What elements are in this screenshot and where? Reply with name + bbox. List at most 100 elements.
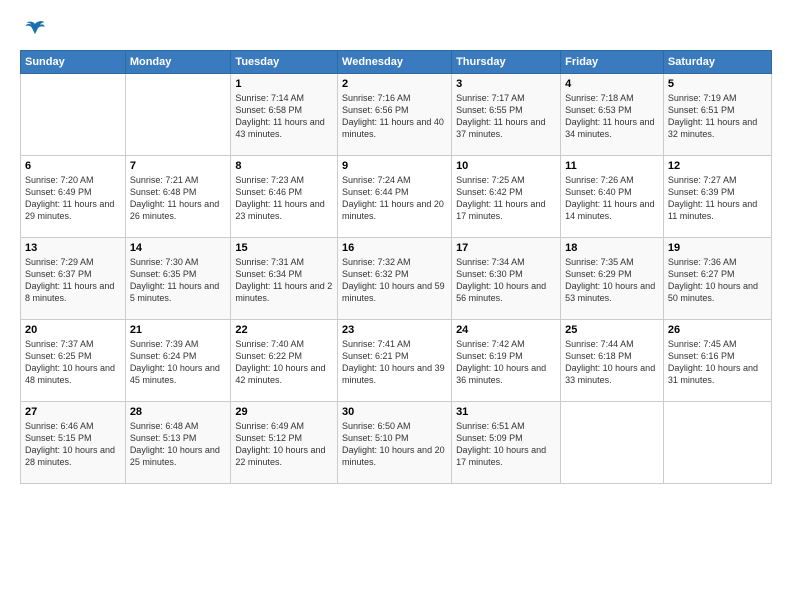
calendar-cell: 30 Sunrise: 6:50 AMSunset: 5:10 PMDayligh… xyxy=(338,402,452,484)
day-info: Sunrise: 7:21 AMSunset: 6:48 PMDaylight:… xyxy=(130,174,227,223)
calendar-table: SundayMondayTuesdayWednesdayThursdayFrid… xyxy=(20,50,772,484)
calendar-cell: 12 Sunrise: 7:27 AMSunset: 6:39 PMDayligh… xyxy=(663,156,771,238)
calendar-cell xyxy=(663,402,771,484)
day-number: 11 xyxy=(565,160,659,172)
day-number: 15 xyxy=(235,242,333,254)
calendar-cell: 31Sunrise: 6:51 AMSunset: 5:09 PMDayligh… xyxy=(452,402,561,484)
day-info: Sunrise: 7:25 AMSunset: 6:42 PMDaylight:… xyxy=(456,174,556,223)
calendar-cell xyxy=(125,74,231,156)
day-info: Sunrise: 7:45 AMSunset: 6:16 PMDaylight:… xyxy=(668,338,767,387)
page: SundayMondayTuesdayWednesdayThursdayFrid… xyxy=(0,0,792,612)
day-number: 23 xyxy=(342,324,447,336)
day-info: Sunrise: 7:44 AMSunset: 6:18 PMDaylight:… xyxy=(565,338,659,387)
day-info: Sunrise: 7:34 AMSunset: 6:30 PMDaylight:… xyxy=(456,256,556,305)
calendar-cell: 9 Sunrise: 7:24 AMSunset: 6:44 PMDaylight… xyxy=(338,156,452,238)
calendar-cell: 4 Sunrise: 7:18 AMSunset: 6:53 PMDaylight… xyxy=(561,74,664,156)
calendar-cell: 1Sunrise: 7:14 AMSunset: 6:58 PMDaylight… xyxy=(231,74,338,156)
day-number: 26 xyxy=(668,324,767,336)
calendar-cell: 21 Sunrise: 7:39 AMSunset: 6:24 PMDayligh… xyxy=(125,320,231,402)
day-info: Sunrise: 7:19 AMSunset: 6:51 PMDaylight:… xyxy=(668,92,767,141)
calendar-cell: 25Sunrise: 7:44 AMSunset: 6:18 PMDayligh… xyxy=(561,320,664,402)
calendar-cell: 28 Sunrise: 6:48 AMSunset: 5:13 PMDayligh… xyxy=(125,402,231,484)
week-row-4: 20 Sunrise: 7:37 AMSunset: 6:25 PMDayligh… xyxy=(21,320,772,402)
day-number: 30 xyxy=(342,406,447,418)
day-number: 20 xyxy=(25,324,121,336)
calendar-cell: 29 Sunrise: 6:49 AMSunset: 5:12 PMDayligh… xyxy=(231,402,338,484)
calendar-cell: 3 Sunrise: 7:17 AMSunset: 6:55 PMDaylight… xyxy=(452,74,561,156)
day-number: 12 xyxy=(668,160,767,172)
day-number: 28 xyxy=(130,406,227,418)
day-number: 14 xyxy=(130,242,227,254)
day-header-thursday: Thursday xyxy=(452,51,561,74)
day-info: Sunrise: 7:31 AMSunset: 6:34 PMDaylight:… xyxy=(235,256,333,305)
day-number: 29 xyxy=(235,406,333,418)
calendar-cell xyxy=(561,402,664,484)
day-info: Sunrise: 7:29 AMSunset: 6:37 PMDaylight:… xyxy=(25,256,121,305)
calendar-cell xyxy=(21,74,126,156)
day-info: Sunrise: 7:18 AMSunset: 6:53 PMDaylight:… xyxy=(565,92,659,141)
week-row-5: 27 Sunrise: 6:46 AMSunset: 5:15 PMDayligh… xyxy=(21,402,772,484)
day-info: Sunrise: 7:27 AMSunset: 6:39 PMDaylight:… xyxy=(668,174,767,223)
day-info: Sunrise: 6:49 AMSunset: 5:12 PMDaylight:… xyxy=(235,420,333,469)
calendar-cell: 16Sunrise: 7:32 AMSunset: 6:32 PMDayligh… xyxy=(338,238,452,320)
day-number: 6 xyxy=(25,160,121,172)
logo xyxy=(20,18,46,40)
day-info: Sunrise: 7:41 AMSunset: 6:21 PMDaylight:… xyxy=(342,338,447,387)
day-number: 7 xyxy=(130,160,227,172)
day-info: Sunrise: 6:50 AMSunset: 5:10 PMDaylight:… xyxy=(342,420,447,469)
day-number: 17 xyxy=(456,242,556,254)
day-info: Sunrise: 7:32 AMSunset: 6:32 PMDaylight:… xyxy=(342,256,447,305)
day-number: 27 xyxy=(25,406,121,418)
calendar-cell: 2 Sunrise: 7:16 AMSunset: 6:56 PMDaylight… xyxy=(338,74,452,156)
day-info: Sunrise: 7:17 AMSunset: 6:55 PMDaylight:… xyxy=(456,92,556,141)
day-info: Sunrise: 7:24 AMSunset: 6:44 PMDaylight:… xyxy=(342,174,447,223)
day-number: 22 xyxy=(235,324,333,336)
day-info: Sunrise: 7:40 AMSunset: 6:22 PMDaylight:… xyxy=(235,338,333,387)
day-number: 1 xyxy=(235,78,333,90)
day-info: Sunrise: 7:39 AMSunset: 6:24 PMDaylight:… xyxy=(130,338,227,387)
day-header-friday: Friday xyxy=(561,51,664,74)
day-number: 3 xyxy=(456,78,556,90)
day-number: 24 xyxy=(456,324,556,336)
header-row: SundayMondayTuesdayWednesdayThursdayFrid… xyxy=(21,51,772,74)
calendar-cell: 18Sunrise: 7:35 AMSunset: 6:29 PMDayligh… xyxy=(561,238,664,320)
logo-bird-icon xyxy=(24,18,46,40)
day-header-tuesday: Tuesday xyxy=(231,51,338,74)
calendar-cell: 8Sunrise: 7:23 AMSunset: 6:46 PMDaylight… xyxy=(231,156,338,238)
calendar-cell: 24 Sunrise: 7:42 AMSunset: 6:19 PMDayligh… xyxy=(452,320,561,402)
day-info: Sunrise: 7:36 AMSunset: 6:27 PMDaylight:… xyxy=(668,256,767,305)
calendar-cell: 26 Sunrise: 7:45 AMSunset: 6:16 PMDayligh… xyxy=(663,320,771,402)
day-header-sunday: Sunday xyxy=(21,51,126,74)
calendar-cell: 5Sunrise: 7:19 AMSunset: 6:51 PMDaylight… xyxy=(663,74,771,156)
week-row-1: 1Sunrise: 7:14 AMSunset: 6:58 PMDaylight… xyxy=(21,74,772,156)
week-row-2: 6 Sunrise: 7:20 AMSunset: 6:49 PMDaylight… xyxy=(21,156,772,238)
day-header-saturday: Saturday xyxy=(663,51,771,74)
calendar-cell: 7 Sunrise: 7:21 AMSunset: 6:48 PMDaylight… xyxy=(125,156,231,238)
day-header-wednesday: Wednesday xyxy=(338,51,452,74)
calendar-cell: 19 Sunrise: 7:36 AMSunset: 6:27 PMDayligh… xyxy=(663,238,771,320)
day-number: 19 xyxy=(668,242,767,254)
calendar-cell: 13Sunrise: 7:29 AMSunset: 6:37 PMDayligh… xyxy=(21,238,126,320)
day-number: 21 xyxy=(130,324,227,336)
calendar-cell: 27 Sunrise: 6:46 AMSunset: 5:15 PMDayligh… xyxy=(21,402,126,484)
day-number: 9 xyxy=(342,160,447,172)
calendar-cell: 15 Sunrise: 7:31 AMSunset: 6:34 PMDayligh… xyxy=(231,238,338,320)
day-number: 4 xyxy=(565,78,659,90)
day-number: 2 xyxy=(342,78,447,90)
day-info: Sunrise: 6:48 AMSunset: 5:13 PMDaylight:… xyxy=(130,420,227,469)
day-info: Sunrise: 7:37 AMSunset: 6:25 PMDaylight:… xyxy=(25,338,121,387)
week-row-3: 13Sunrise: 7:29 AMSunset: 6:37 PMDayligh… xyxy=(21,238,772,320)
day-info: Sunrise: 6:46 AMSunset: 5:15 PMDaylight:… xyxy=(25,420,121,469)
day-info: Sunrise: 7:20 AMSunset: 6:49 PMDaylight:… xyxy=(25,174,121,223)
day-info: Sunrise: 7:23 AMSunset: 6:46 PMDaylight:… xyxy=(235,174,333,223)
calendar-cell: 23 Sunrise: 7:41 AMSunset: 6:21 PMDayligh… xyxy=(338,320,452,402)
day-number: 10 xyxy=(456,160,556,172)
day-info: Sunrise: 7:42 AMSunset: 6:19 PMDaylight:… xyxy=(456,338,556,387)
day-number: 31 xyxy=(456,406,556,418)
day-header-monday: Monday xyxy=(125,51,231,74)
calendar-cell: 17 Sunrise: 7:34 AMSunset: 6:30 PMDayligh… xyxy=(452,238,561,320)
day-info: Sunrise: 7:30 AMSunset: 6:35 PMDaylight:… xyxy=(130,256,227,305)
day-info: Sunrise: 7:26 AMSunset: 6:40 PMDaylight:… xyxy=(565,174,659,223)
day-info: Sunrise: 7:16 AMSunset: 6:56 PMDaylight:… xyxy=(342,92,447,141)
calendar-cell: 22 Sunrise: 7:40 AMSunset: 6:22 PMDayligh… xyxy=(231,320,338,402)
